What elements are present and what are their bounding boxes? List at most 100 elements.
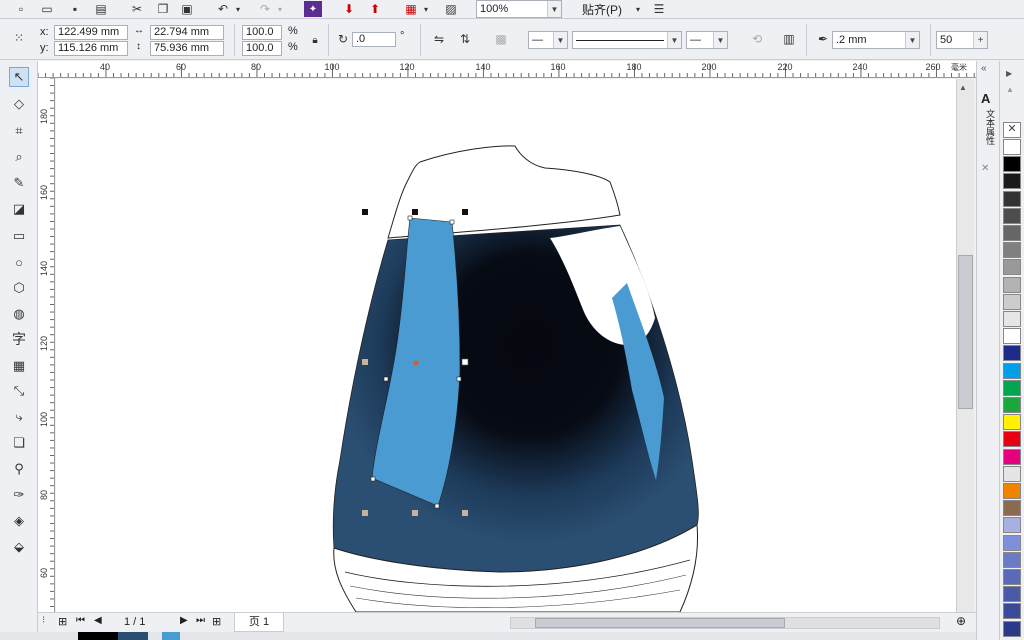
basic-shapes-icon[interactable]: ◍: [9, 304, 29, 324]
width-field[interactable]: 22.794 mm: [150, 25, 224, 40]
color-swatch[interactable]: [1003, 311, 1021, 327]
collapse-docker-icon[interactable]: «: [981, 63, 987, 74]
crop-tool-icon[interactable]: ⌗: [9, 121, 29, 141]
palette-scroll-up-icon[interactable]: ▶: [1006, 69, 1012, 78]
snap-dropdown-icon[interactable]: ▾: [632, 1, 644, 17]
snap-to-menu[interactable]: 贴齐(P): [582, 1, 622, 18]
scroll-up-icon[interactable]: ▲: [959, 83, 967, 92]
vertical-scrollbar[interactable]: ▲: [956, 79, 974, 612]
shape-tool-icon[interactable]: ◇: [9, 94, 29, 114]
page-options-icon[interactable]: ⁝: [42, 615, 45, 626]
document-palette-swatch[interactable]: [162, 632, 180, 640]
color-swatch[interactable]: [1003, 517, 1021, 534]
eyedropper-icon[interactable]: ⚲: [9, 459, 29, 479]
lock-ratio-icon[interactable]: 🔒︎: [306, 32, 324, 48]
freehand-tool-icon[interactable]: ✎: [9, 173, 29, 193]
color-swatch[interactable]: [1003, 431, 1021, 448]
no-color-swatch[interactable]: ✕: [1003, 122, 1021, 138]
mirror-vertical-icon[interactable]: ⇅: [456, 31, 474, 47]
search-content-icon[interactable]: ✦: [304, 1, 322, 17]
first-page-icon[interactable]: ⏮: [76, 615, 85, 626]
color-swatch[interactable]: [1003, 483, 1021, 499]
color-swatch[interactable]: [1003, 500, 1021, 517]
redo-dropdown-icon[interactable]: ▾: [274, 1, 286, 17]
reverse-direction-icon[interactable]: ⟲: [748, 31, 766, 47]
open-folder-icon[interactable]: ▭: [38, 1, 56, 17]
color-swatch[interactable]: [1003, 242, 1021, 259]
cut-icon[interactable]: ✂: [128, 1, 146, 17]
ellipse-tool-icon[interactable]: ○: [9, 252, 29, 272]
color-swatch[interactable]: [1003, 603, 1021, 620]
vertical-scroll-thumb[interactable]: [958, 255, 973, 409]
start-arrowhead-select[interactable]: — ▼: [528, 31, 568, 49]
transparency-icon[interactable]: ▩: [492, 31, 510, 47]
undo-icon[interactable]: ↶: [214, 1, 232, 17]
color-swatch[interactable]: [1003, 173, 1021, 190]
close-docker-icon[interactable]: ✕: [981, 163, 989, 174]
connector-tool-icon[interactable]: ⤷: [9, 407, 29, 427]
color-swatch[interactable]: [1003, 414, 1021, 431]
end-arrowhead-select[interactable]: — ▼: [686, 31, 728, 49]
add-page-before-icon[interactable]: ⊞: [58, 615, 67, 628]
color-swatch[interactable]: [1003, 569, 1021, 585]
save-icon[interactable]: ▪: [66, 1, 84, 17]
color-swatch[interactable]: [1003, 293, 1021, 310]
horizontal-scrollbar[interactable]: [510, 617, 940, 629]
object-origin-icon[interactable]: ⁙: [10, 30, 28, 46]
outline-width-select[interactable]: .2 mm ▼: [832, 31, 920, 49]
miter-limit-field[interactable]: 50 +: [936, 31, 988, 49]
text-properties-icon[interactable]: A: [981, 91, 990, 106]
color-swatch[interactable]: [1003, 379, 1021, 396]
rotation-angle-field[interactable]: .0: [352, 32, 396, 47]
mirror-horizontal-icon[interactable]: ⇋: [430, 31, 448, 47]
height-field[interactable]: 75.936 mm: [150, 41, 224, 56]
color-swatch[interactable]: [1003, 259, 1021, 276]
color-swatch[interactable]: [1003, 465, 1021, 482]
add-page-after-icon[interactable]: ⊞: [212, 615, 221, 628]
y-position-field[interactable]: 115.126 mm: [54, 41, 128, 56]
palette-pin-icon[interactable]: ▲: [1006, 85, 1014, 94]
zoom-level-select[interactable]: 100% ▼: [476, 0, 562, 18]
color-swatch[interactable]: [1003, 156, 1021, 173]
outline-pen-tool-icon[interactable]: ✑: [9, 485, 29, 505]
table-tool-icon[interactable]: ▦: [9, 356, 29, 376]
scale-y-field[interactable]: 100.0: [242, 41, 282, 56]
options-icon[interactable]: ☰: [650, 1, 668, 17]
color-swatch[interactable]: [1003, 225, 1021, 241]
polygon-tool-icon[interactable]: ⬡: [9, 278, 29, 298]
color-swatch[interactable]: [1003, 276, 1021, 293]
last-page-icon[interactable]: ⏭: [196, 615, 205, 626]
redo-icon[interactable]: ↷: [256, 1, 274, 17]
previous-page-icon[interactable]: ◀: [94, 615, 102, 626]
document-palette-swatch[interactable]: [118, 632, 148, 640]
wrap-text-icon[interactable]: ▥: [780, 31, 798, 47]
x-position-field[interactable]: 122.499 mm: [54, 25, 128, 40]
drawing-canvas[interactable]: [56, 79, 956, 612]
smart-fill-icon[interactable]: ◪: [9, 199, 29, 219]
scale-x-field[interactable]: 100.0: [242, 25, 282, 40]
color-swatch[interactable]: [1003, 620, 1021, 637]
interactive-fill-icon[interactable]: ⬙: [9, 537, 29, 557]
publish-dropdown-icon[interactable]: ▾: [420, 1, 432, 17]
next-page-icon[interactable]: ▶: [180, 615, 188, 626]
fill-tool-icon[interactable]: ◈: [9, 511, 29, 531]
zoom-tool-icon[interactable]: ⌕: [9, 147, 29, 167]
copy-icon[interactable]: ❐: [154, 1, 172, 17]
color-swatch[interactable]: [1003, 586, 1021, 603]
import-icon[interactable]: ⬇: [340, 1, 358, 17]
color-swatch[interactable]: [1003, 551, 1021, 568]
color-swatch[interactable]: [1003, 534, 1021, 551]
paste-icon[interactable]: ▣: [178, 1, 196, 17]
horizontal-scroll-thumb[interactable]: [535, 618, 785, 628]
color-swatch[interactable]: [1003, 448, 1021, 465]
dimension-tool-icon[interactable]: ⤡: [9, 381, 29, 401]
color-swatch[interactable]: [1003, 397, 1021, 413]
text-tool-icon[interactable]: 字: [9, 329, 29, 349]
color-swatch[interactable]: [1003, 362, 1021, 379]
undo-dropdown-icon[interactable]: ▾: [232, 1, 244, 17]
publish-pdf-icon[interactable]: ▦: [402, 1, 420, 17]
docker-tab-text-properties[interactable]: 文本属性: [981, 109, 995, 145]
rectangle-tool-icon[interactable]: ▭: [9, 226, 29, 246]
new-document-icon[interactable]: ▫: [12, 1, 30, 17]
vertical-ruler[interactable]: 180 160 140 120 100 80 60: [38, 78, 55, 612]
